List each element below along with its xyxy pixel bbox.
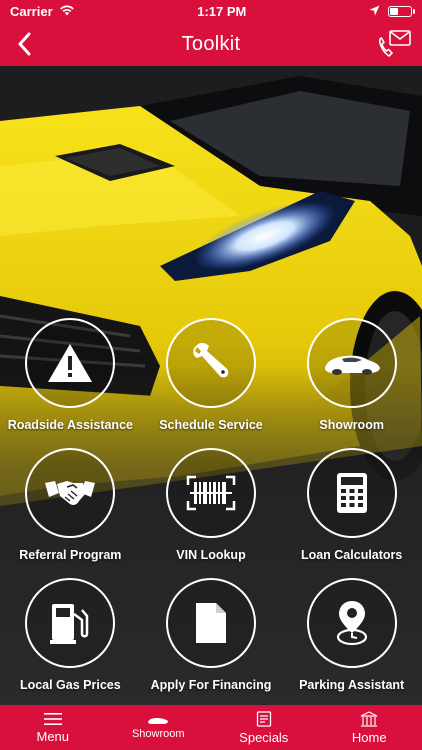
tool-vin-lookup[interactable]: VIN Lookup: [141, 448, 282, 562]
tool-label: Parking Assistant: [299, 678, 405, 692]
hamburger-icon: [43, 712, 62, 725]
tool-label: Local Gas Prices: [19, 678, 121, 692]
tool-label: Apply For Financing: [150, 678, 272, 692]
wifi-icon: [59, 4, 75, 19]
tool-icon-circle: [165, 578, 256, 668]
tool-label: Schedule Service: [159, 418, 263, 432]
phone-mail-icon: [379, 30, 411, 57]
tool-icon-circle: [306, 448, 397, 538]
page-title: Toolkit: [181, 32, 241, 55]
tool-referral-program[interactable]: Referral Program: [0, 448, 141, 562]
tool-label: Roadside Assistance: [7, 418, 133, 432]
tag-list-icon: [256, 710, 271, 727]
tool-icon-circle: [165, 448, 256, 538]
tab-menu[interactable]: Menu: [0, 705, 106, 750]
car-icon: [324, 355, 380, 375]
handshake-icon: [45, 481, 96, 505]
battery-icon: [388, 5, 415, 17]
carrier-label: Carrier: [10, 3, 53, 19]
back-button[interactable]: [8, 28, 40, 60]
tool-label: Loan Calculators: [300, 548, 403, 562]
tab-bar: Menu Showroom Specials Home: [0, 705, 422, 750]
tool-label: Referral Program: [19, 548, 122, 562]
tool-icon-circle: [306, 578, 397, 668]
tool-icon-circle: [25, 318, 116, 408]
toolkit-grid: Roadside Assistance Schedule Service Sho…: [0, 318, 422, 692]
building-icon: [360, 710, 378, 727]
gas-pump-icon: [50, 604, 89, 644]
map-pin-clock-icon: [336, 601, 367, 646]
tool-apply-for-financing[interactable]: Apply For Financing: [141, 578, 282, 692]
tab-label: Menu: [36, 728, 70, 744]
status-time: 1:17 PM: [197, 3, 247, 19]
tool-label: Showroom: [319, 418, 384, 432]
tab-label: Home: [351, 729, 387, 745]
tool-loan-calculators[interactable]: Loan Calculators: [281, 448, 422, 562]
tab-label: Showroom: [131, 728, 185, 740]
tab-label: Specials: [239, 729, 289, 745]
tool-roadside-assistance[interactable]: Roadside Assistance: [0, 318, 141, 432]
warning-triangle-icon: [48, 344, 93, 382]
tool-icon-circle: [165, 318, 256, 408]
document-icon: [195, 603, 226, 643]
tab-specials[interactable]: Specials: [211, 705, 317, 750]
tab-showroom[interactable]: Showroom: [106, 705, 212, 750]
calculator-icon: [336, 473, 367, 513]
tool-schedule-service[interactable]: Schedule Service: [141, 318, 282, 432]
tool-icon-circle: [25, 448, 116, 538]
tool-showroom[interactable]: Showroom: [281, 318, 422, 432]
car-icon: [148, 718, 169, 724]
nav-bar: Toolkit: [0, 22, 422, 66]
chevron-left-icon: [18, 32, 31, 56]
tool-icon-circle: [306, 318, 397, 408]
tool-local-gas-prices[interactable]: Local Gas Prices: [0, 578, 141, 692]
location-arrow-icon: [369, 4, 380, 19]
status-bar: Carrier 1:17 PM: [0, 0, 422, 22]
contact-button[interactable]: [374, 27, 414, 61]
wrench-icon: [193, 342, 229, 378]
barcode-scan-icon: [186, 475, 236, 511]
tool-parking-assistant[interactable]: Parking Assistant: [281, 578, 422, 692]
tool-label: VIN Lookup: [176, 548, 246, 562]
tab-home[interactable]: Home: [317, 705, 422, 750]
tool-icon-circle: [25, 578, 116, 668]
